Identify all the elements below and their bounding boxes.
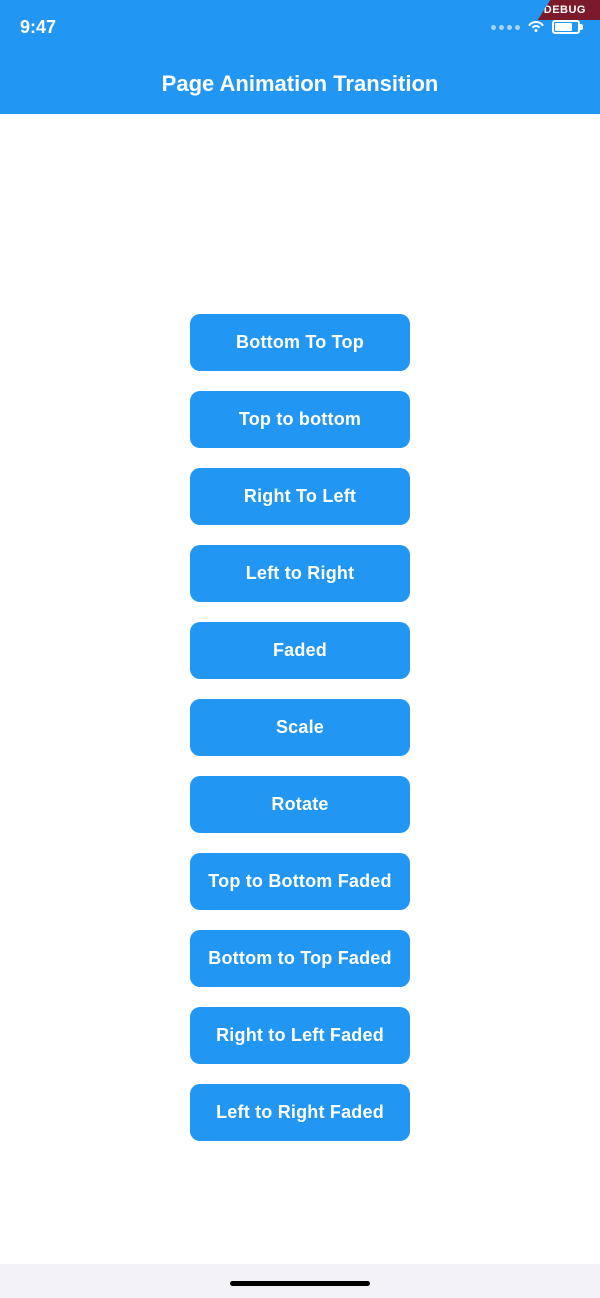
signal-dot-3 xyxy=(507,25,512,30)
main-content: Bottom To Top Top to bottom Right To Left L… xyxy=(0,114,600,1264)
status-time: 9:47 xyxy=(20,17,56,38)
wifi-icon xyxy=(526,18,546,37)
btn-bottom-to-top[interactable]: Bottom To Top xyxy=(190,314,410,371)
debug-badge: DEBUG xyxy=(538,0,600,20)
home-indicator xyxy=(230,1281,370,1286)
battery-icon xyxy=(552,20,580,34)
signal-dots xyxy=(491,25,520,30)
btn-right-to-left-faded[interactable]: Right to Left Faded xyxy=(190,1007,410,1064)
btn-faded[interactable]: Faded xyxy=(190,622,410,679)
signal-dot-4 xyxy=(515,25,520,30)
page-title: Page Animation Transition xyxy=(162,71,439,97)
signal-dot-2 xyxy=(499,25,504,30)
btn-top-to-bottom[interactable]: Top to bottom xyxy=(190,391,410,448)
battery-fill xyxy=(555,23,572,31)
btn-right-to-left[interactable]: Right To Left xyxy=(190,468,410,525)
btn-top-to-bottom-faded[interactable]: Top to Bottom Faded xyxy=(190,853,410,910)
btn-scale[interactable]: Scale xyxy=(190,699,410,756)
btn-left-to-right[interactable]: Left to Right xyxy=(190,545,410,602)
btn-bottom-to-top-faded[interactable]: Bottom to Top Faded xyxy=(190,930,410,987)
btn-rotate[interactable]: Rotate xyxy=(190,776,410,833)
nav-bar: Page Animation Transition xyxy=(0,54,600,114)
status-bar: 9:47 DEBUG xyxy=(0,0,600,54)
signal-dot-1 xyxy=(491,25,496,30)
status-icons xyxy=(491,18,580,37)
btn-left-to-right-faded[interactable]: Left to Right Faded xyxy=(190,1084,410,1141)
